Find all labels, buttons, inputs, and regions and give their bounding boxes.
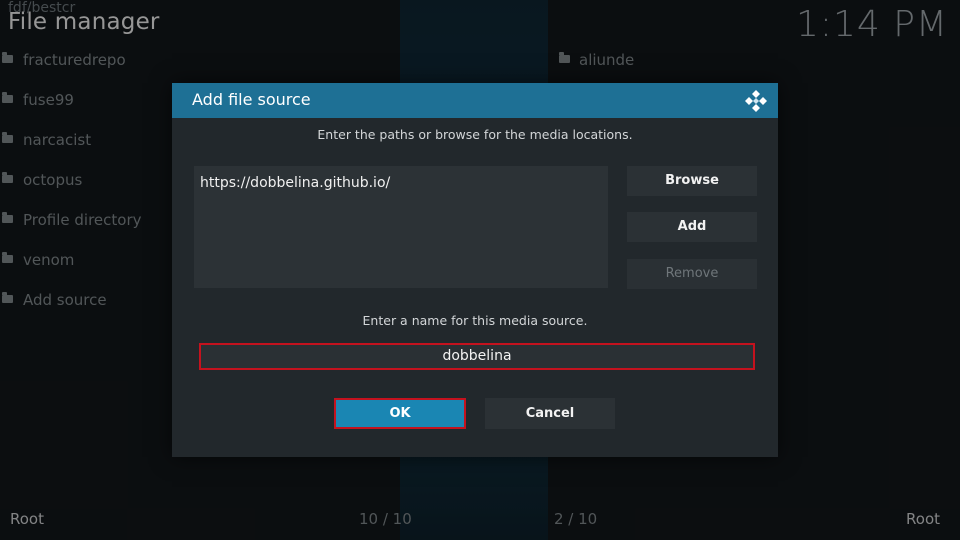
cancel-button[interactable]: Cancel xyxy=(485,398,615,429)
browse-button[interactable]: Browse xyxy=(627,166,757,196)
path-entry[interactable]: https://dobbelina.github.io/ xyxy=(200,175,390,191)
name-instruction: Enter a name for this media source. xyxy=(362,313,588,328)
dialog-header: Add file source xyxy=(172,83,778,118)
add-file-source-dialog: Add file source Enter the paths or brows… xyxy=(172,83,778,457)
source-name-field[interactable]: dobbelina xyxy=(199,343,755,370)
remove-button[interactable]: Remove xyxy=(627,259,757,289)
add-button[interactable]: Add xyxy=(627,212,757,242)
kodi-logo-icon xyxy=(745,90,767,112)
dialog-title: Add file source xyxy=(192,90,311,109)
paths-instruction: Enter the paths or browse for the media … xyxy=(317,127,633,142)
ok-button[interactable]: OK xyxy=(334,398,466,429)
path-list-box[interactable]: https://dobbelina.github.io/ xyxy=(194,166,608,288)
